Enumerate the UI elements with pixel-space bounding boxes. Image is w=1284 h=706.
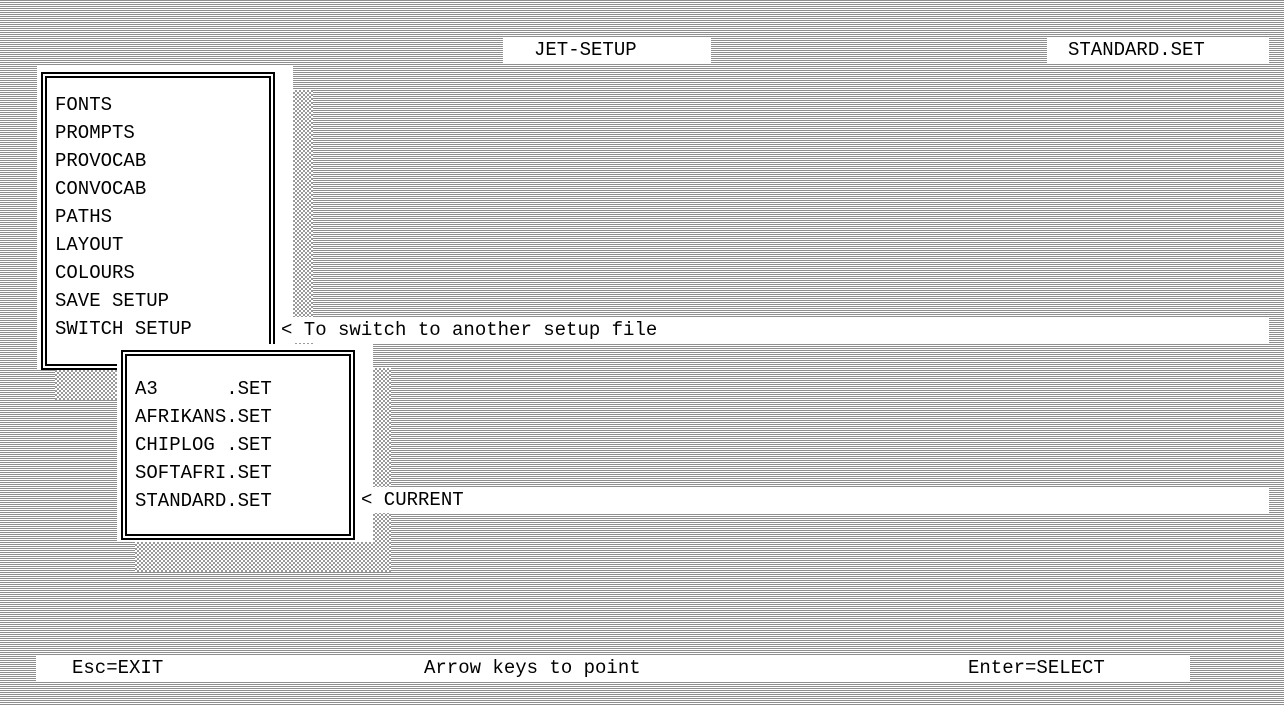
menu-item-paths[interactable]: PATHS (55, 203, 112, 231)
menu-item-provocab[interactable]: PROVOCAB (55, 147, 146, 175)
footer-select-hint: Enter=SELECT (968, 657, 1105, 679)
selected-hint-text: < To switch to another setup file (281, 319, 658, 341)
current-hint-text: < CURRENT (361, 489, 464, 511)
menu-item-fonts[interactable]: FONTS (55, 91, 112, 119)
footer-navigate-hint: Arrow keys to point (424, 657, 641, 679)
footer-exit-hint: Esc=EXIT (72, 657, 164, 679)
menu-item-save-setup[interactable]: SAVE SETUP (55, 287, 169, 315)
file-item-afrikans[interactable]: AFRIKANS.SET (135, 403, 272, 431)
menu-item-switch-setup[interactable]: SWITCH SETUP (55, 315, 192, 343)
files-menu-shadow-right (373, 368, 391, 544)
menu-item-convocab[interactable]: CONVOCAB (55, 175, 146, 203)
menu-item-layout[interactable]: LAYOUT (55, 231, 123, 259)
app-title: JET-SETUP (534, 39, 637, 61)
menu-item-prompts[interactable]: PROMPTS (55, 119, 135, 147)
files-menu-shadow-bottom (135, 542, 391, 572)
file-item-a3[interactable]: A3 .SET (135, 375, 272, 403)
file-item-softafri[interactable]: SOFTAFRI.SET (135, 459, 272, 487)
current-hint-bar (355, 487, 1269, 513)
current-file-label: STANDARD.SET (1068, 39, 1205, 61)
main-menu-shadow-bottom (55, 368, 119, 400)
file-item-standard[interactable]: STANDARD.SET (135, 487, 272, 515)
menu-item-colours[interactable]: COLOURS (55, 259, 135, 287)
file-item-chiplog[interactable]: CHIPLOG .SET (135, 431, 272, 459)
